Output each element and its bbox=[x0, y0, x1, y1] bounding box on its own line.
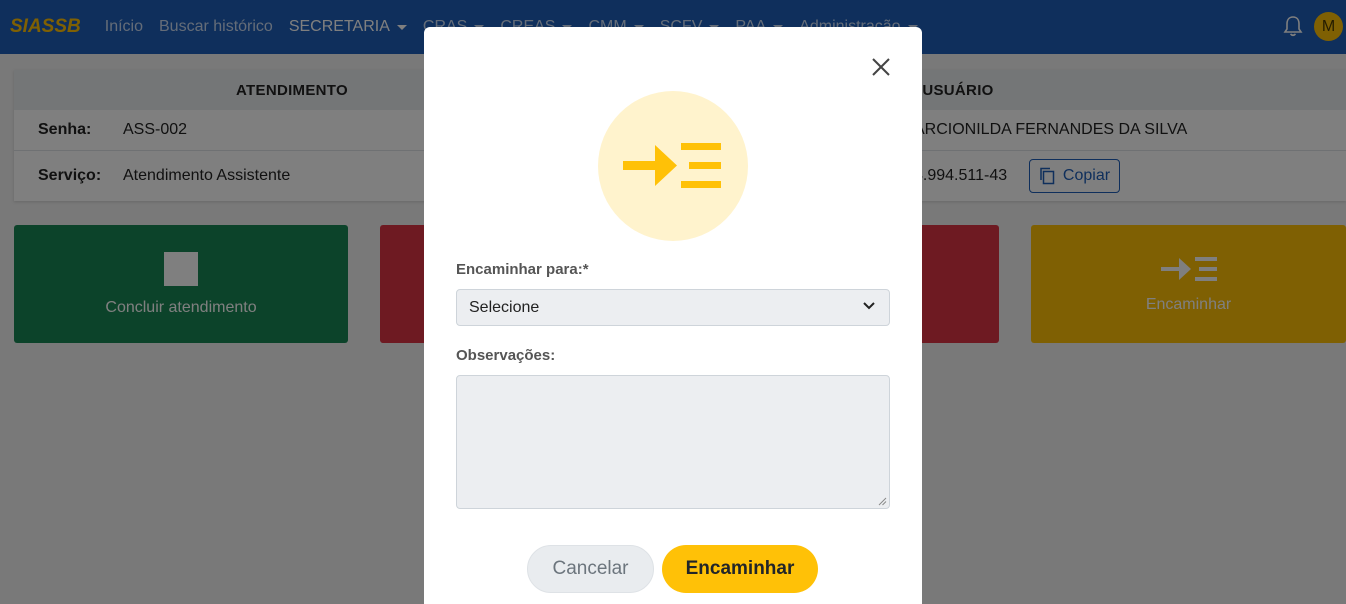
encaminhar-para-select[interactable]: Selecione bbox=[456, 289, 890, 326]
resize-grip-icon[interactable] bbox=[878, 497, 887, 506]
observacoes-textarea[interactable] bbox=[456, 375, 890, 509]
forward-list-icon-circle bbox=[598, 91, 748, 241]
cancel-button[interactable]: Cancelar bbox=[527, 545, 654, 593]
close-icon[interactable] bbox=[870, 56, 892, 78]
select-value: Selecione bbox=[469, 298, 540, 316]
encaminhar-para-label: Encaminhar para:* bbox=[456, 261, 589, 278]
encaminhar-modal: Encaminhar para:* Selecione Observações:… bbox=[424, 27, 922, 604]
observacoes-label: Observações: bbox=[456, 347, 556, 364]
forward-list-icon bbox=[623, 143, 721, 188]
encaminhar-submit-button[interactable]: Encaminhar bbox=[662, 545, 818, 593]
chevron-down-icon bbox=[863, 302, 875, 310]
